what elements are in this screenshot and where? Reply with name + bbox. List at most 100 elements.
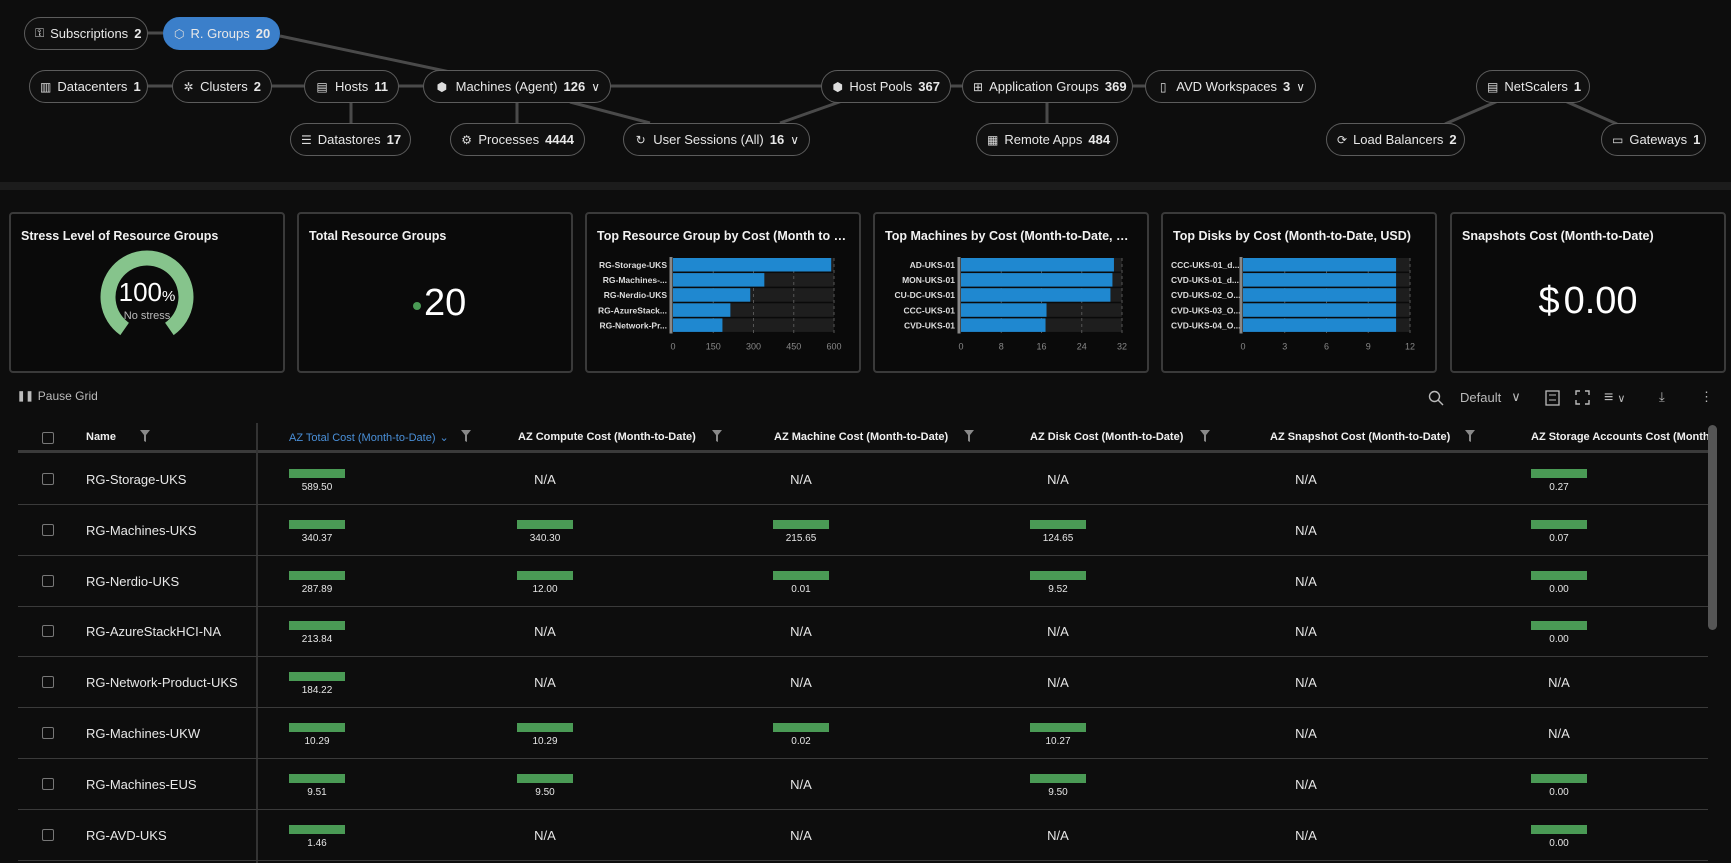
table-row[interactable]: RG-AVD-UKS 1.46 N/A N/A N/A N/A 0.00 [18, 810, 1708, 861]
bar [673, 303, 731, 317]
row-checkbox[interactable] [42, 523, 54, 536]
table-row[interactable]: RG-Nerdio-UKS 287.89 12.00 0.01 9.52 N/A 0.00 [18, 556, 1708, 607]
filter-icon[interactable] [712, 430, 722, 442]
node-label: Datacenters [57, 79, 128, 94]
topology-node-clusters[interactable]: ✲ Clusters 2 [172, 70, 272, 103]
filter-icon[interactable] [1200, 430, 1210, 442]
topology-node-avd-workspaces[interactable]: ▯ AVD Workspaces 3 ∨ [1145, 70, 1316, 103]
chevron-down-icon[interactable]: ∨ [790, 133, 799, 147]
cost-bar [289, 570, 345, 580]
topology-node-hosts[interactable]: ▤ Hosts 11 [304, 70, 399, 103]
column-header[interactable]: AZ Disk Cost (Month-to-Date) [1030, 431, 1183, 443]
column-header-label: AZ Machine Cost (Month-to-Date) [774, 431, 949, 443]
bar [1243, 318, 1397, 332]
table-row[interactable]: RG-Machines-UKS 340.37 340.30 215.65 124.65 N… [18, 505, 1708, 556]
vertical-scrollbar[interactable] [1708, 425, 1717, 630]
search-icon[interactable] [1428, 390, 1444, 406]
topology-node-user-sessions[interactable]: ↻ User Sessions (All) 16 ∨ [623, 123, 810, 156]
resource-groups-grid: Name AZ Total Cost (Month-to-Date) ⌄ AZ Com… [18, 423, 1708, 863]
app-grid-icon: ⊞ [973, 79, 984, 94]
node-label: Datastores [317, 132, 381, 147]
row-checkbox[interactable] [42, 828, 54, 841]
table-row[interactable]: RG-Machines-UKW 10.29 10.29 0.02 10.27 N/A N/A [18, 708, 1708, 759]
more-options-icon[interactable]: ⋮ [1700, 389, 1713, 405]
table-row[interactable]: RG-Network-Product-UKS 184.22 N/A N/A N/A N/A… [18, 657, 1708, 709]
machine-icon: ⬢ [436, 79, 448, 94]
cost-cell: N/A [485, 810, 605, 860]
column-header[interactable]: AZ Compute Cost (Month-to-Date) [518, 431, 696, 443]
column-header[interactable]: AZ Total Cost (Month-to-Date) ⌄ [289, 431, 449, 444]
download-icon[interactable]: ⤓ [1659, 389, 1665, 405]
cost-bar [1531, 469, 1587, 478]
table-row[interactable]: RG-Storage-UKS 589.50 N/A N/A N/A N/A 0.27 [18, 454, 1708, 505]
row-checkbox[interactable] [42, 676, 54, 689]
node-label: NetScalers [1504, 79, 1568, 94]
filter-icon[interactable] [964, 430, 974, 442]
chevron-down-icon[interactable]: ∨ [1296, 80, 1305, 94]
cost-cell: 0.07 [1499, 505, 1619, 555]
column-header[interactable]: AZ Storage Accounts Cost (Month-to-Date) [1531, 431, 1708, 443]
filter-icon[interactable] [1465, 430, 1475, 442]
cost-cell: N/A [741, 454, 861, 504]
row-checkbox[interactable] [42, 625, 54, 638]
row-checkbox[interactable] [42, 727, 54, 739]
cost-value: 0.00 [1549, 837, 1569, 849]
column-layout-icon[interactable] [1545, 390, 1560, 406]
column-header[interactable]: AZ Machine Cost (Month-to-Date) [774, 431, 948, 443]
cost-bar [1531, 621, 1587, 631]
row-checkbox[interactable] [42, 777, 54, 790]
topology-node-netscalers[interactable]: ▤ NetScalers 1 [1476, 70, 1590, 103]
currency-symbol: $ [1538, 280, 1560, 322]
topology-node-datacenters[interactable]: ▥ Datacenters 1 [29, 70, 148, 103]
cost-cell: 9.51 [257, 759, 377, 809]
topology-node-gateways[interactable]: ▭ Gateways 1 [1601, 123, 1706, 156]
cost-bar [773, 519, 829, 529]
topology-node-remote-apps[interactable]: ▦ Remote Apps 484 [976, 123, 1118, 156]
select-all-checkbox[interactable] [42, 432, 54, 444]
column-header[interactable]: Name [86, 431, 116, 443]
cost-cell: N/A [741, 810, 861, 860]
cost-cell: 0.01 [741, 556, 861, 606]
bar [961, 288, 1111, 302]
table-row[interactable]: RG-AzureStackHCI-NA 213.84 N/A N/A N/A N/A 0.0… [18, 606, 1708, 658]
topology-node-subscriptions[interactable]: ⚿ Subscriptions 2 [24, 17, 148, 50]
filter-icon[interactable] [461, 430, 471, 442]
cost-value: 0.07 [1549, 532, 1569, 544]
pause-grid-button[interactable]: ❚❚ Pause Grid [17, 389, 98, 403]
cost-cell: 184.22 [257, 657, 377, 707]
view-select[interactable]: Default ∨ [1460, 389, 1521, 405]
node-count: 17 [386, 132, 402, 147]
row-checkbox[interactable] [42, 574, 54, 587]
topology-node-processes[interactable]: ⚙ Processes 4444 [450, 123, 585, 156]
density-menu-button[interactable]: ≡ ∨ [1604, 389, 1625, 407]
tick-label: 24 [1077, 342, 1087, 352]
node-label: Gateways [1629, 132, 1688, 147]
bar [961, 258, 1114, 272]
grid-header: Name AZ Total Cost (Month-to-Date) ⌄ AZ Com… [18, 423, 1708, 453]
fullscreen-icon[interactable] [1575, 390, 1590, 405]
node-count: 2 [1449, 132, 1457, 147]
topology-node-machines[interactable]: ⬢ Machines (Agent) 126 ∨ [423, 70, 611, 103]
topology-node-host-pools[interactable]: ⬢ Host Pools 367 [821, 70, 951, 103]
bar [1243, 273, 1397, 287]
category-label: AD-UKS-01 [910, 260, 956, 270]
table-row[interactable]: RG-Machines-EUS 9.51 9.50 N/A 9.50 N/A 0.00 [18, 759, 1708, 810]
topology-node-application-groups[interactable]: ⊞ Application Groups 369 [962, 70, 1133, 103]
node-label: Remote Apps [1004, 132, 1083, 147]
na-value: N/A [534, 472, 556, 487]
topology-node-resource-groups[interactable]: ⬡ R. Groups 20 [163, 17, 280, 50]
node-label: Processes [478, 132, 540, 147]
topology-node-load-balancers[interactable]: ⟳ Load Balancers 2 [1326, 123, 1465, 156]
filter-icon[interactable] [140, 430, 150, 442]
column-header[interactable]: AZ Snapshot Cost (Month-to-Date) [1270, 431, 1450, 443]
chevron-down-icon[interactable]: ∨ [591, 80, 600, 94]
tick-label: 12 [1405, 342, 1415, 352]
tick-label: 150 [706, 342, 721, 352]
node-count: 369 [1104, 79, 1127, 94]
na-value: N/A [1548, 675, 1570, 691]
cost-cell: 10.29 [485, 708, 605, 758]
cost-bar [289, 621, 345, 631]
node-count: 11 [374, 79, 388, 94]
topology-node-datastores[interactable]: ☰ Datastores 17 [290, 123, 411, 156]
row-checkbox[interactable] [42, 473, 54, 485]
